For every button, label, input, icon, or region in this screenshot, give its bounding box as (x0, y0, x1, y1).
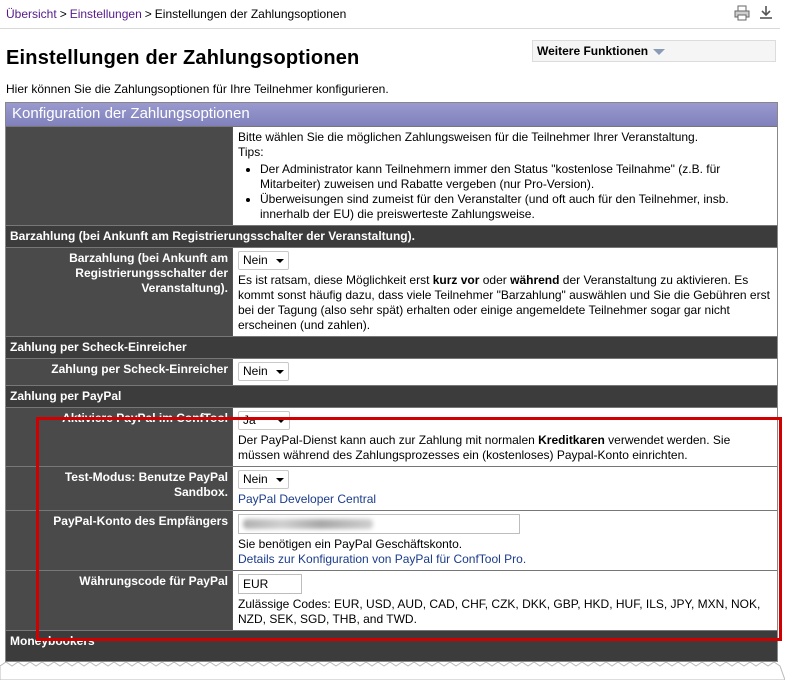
config-info-row: Bitte wählen Sie die möglichen Zahlungsw… (6, 126, 777, 225)
tip-item: Überweisungen sind zumeist für den Veran… (260, 192, 773, 222)
paypal-activate-row: Aktiviere PayPal im ConfTool Ja Der PayP… (6, 407, 777, 466)
cash-note-bold: kurz vor (432, 273, 480, 287)
paypal-test-value: Nein PayPal Developer Central (233, 467, 777, 510)
paypal-account-value: Sie benötigen ein PayPal Geschäftskonto.… (233, 511, 777, 570)
paypal-currency-input[interactable]: EUR (238, 574, 302, 594)
cheque-value: Nein (233, 359, 777, 385)
paypal-activate-select[interactable]: Ja (238, 411, 290, 430)
paypal-developer-link[interactable]: PayPal Developer Central (238, 492, 376, 506)
breadcrumb: Übersicht > Einstellungen > Einstellungen de… (6, 7, 346, 21)
cash-note: Es ist ratsam, diese Möglichkeit erst ku… (238, 273, 773, 333)
chevron-down-icon (275, 477, 284, 482)
paypal-test-select[interactable]: Nein (238, 470, 289, 489)
paypal-test-select-value: Nein (243, 472, 268, 486)
redacted-email (243, 519, 373, 529)
paypal-currency-row: Währungscode für PayPal EUR Zulässige Co… (6, 570, 777, 630)
paypal-account-label: PayPal-Konto des Empfängers (6, 511, 232, 570)
cheque-label: Zahlung per Scheck-Einreicher (6, 359, 232, 385)
section-paypal: Zahlung per PayPal (6, 385, 777, 407)
paypal-activate-note: Der PayPal-Dienst kann auch zur Zahlung … (238, 433, 773, 463)
empty-label-cell (6, 127, 232, 225)
cheque-select-value: Nein (243, 364, 268, 378)
more-functions-dropdown[interactable]: Weitere Funktionen (532, 40, 776, 62)
cash-row: Barzahlung (bei Ankunft am Registrierung… (6, 247, 777, 336)
download-icon[interactable] (758, 5, 774, 21)
chevron-down-icon (275, 258, 284, 263)
paypal-note-part: Der PayPal-Dienst kann auch zur Zahlung … (238, 433, 539, 447)
paypal-currency-value: EUR Zulässige Codes: EUR, USD, AUD, CAD,… (233, 571, 777, 630)
section-cheque: Zahlung per Scheck-Einreicher (6, 336, 777, 358)
breadcrumb-separator: > (59, 7, 67, 21)
cash-note-part: Es ist ratsam, diese Möglichkeit erst (238, 273, 433, 287)
page-title: Einstellungen der Zahlungsoptionen (6, 47, 360, 69)
cash-label: Barzahlung (bei Ankunft am Registrierung… (6, 248, 232, 336)
cash-note-part: oder (479, 273, 511, 287)
section-moneybookers: Moneybookers (6, 630, 777, 661)
paypal-note-bold: Kreditkaren (538, 433, 605, 447)
more-functions-label: Weitere Funktionen (537, 44, 649, 58)
paypal-currency-note: Zulässige Codes: EUR, USD, AUD, CAD, CHF… (238, 597, 761, 626)
tips-label: Tips: (238, 145, 264, 159)
cash-value: Nein Es ist ratsam, diese Möglichkeit er… (233, 248, 777, 336)
paypal-account-row: PayPal-Konto des Empfängers Sie benötige… (6, 510, 777, 570)
tips-list: Der Administrator kann Teilnehmern immer… (238, 162, 773, 222)
paypal-currency-label: Währungscode für PayPal (6, 571, 232, 630)
tip-item: Der Administrator kann Teilnehmern immer… (260, 162, 773, 192)
paypal-test-label: Test-Modus: Benutze PayPal Sandbox. (6, 467, 232, 510)
paypal-account-note: Sie benötigen ein PayPal Geschäftskonto. (238, 537, 463, 551)
cheque-select[interactable]: Nein (238, 362, 289, 381)
breadcrumb-separator: > (144, 7, 152, 21)
top-bar: Übersicht > Einstellungen > Einstellungen de… (0, 0, 780, 29)
breadcrumb-current: Einstellungen der Zahlungsoptionen (154, 7, 347, 21)
paypal-activate-label: Aktiviere PayPal im ConfTool (6, 408, 232, 466)
print-icon[interactable] (734, 5, 750, 21)
breadcrumb-settings[interactable]: Einstellungen (70, 7, 142, 21)
torn-edge (0, 661, 785, 681)
paypal-test-row: Test-Modus: Benutze PayPal Sandbox. Nein… (6, 466, 777, 510)
paypal-activate-select-value: Ja (243, 413, 256, 427)
section-cash: Barzahlung (bei Ankunft am Registrierung… (6, 225, 777, 247)
chevron-down-icon (653, 48, 666, 55)
chevron-down-icon (275, 369, 284, 374)
paypal-account-input[interactable] (238, 514, 520, 534)
top-icons (734, 5, 774, 21)
cash-note-bold: während (510, 273, 560, 287)
config-heading: Konfiguration der Zahlungsoptionen (6, 103, 777, 126)
config-info: Bitte wählen Sie die möglichen Zahlungsw… (233, 127, 777, 225)
paypal-activate-value: Ja Der PayPal-Dienst kann auch zur Zahlu… (233, 408, 777, 466)
breadcrumb-home[interactable]: Übersicht (6, 7, 57, 21)
paypal-config-details-link[interactable]: Details zur Konfiguration von PayPal für… (238, 552, 526, 566)
payment-config-table: Konfiguration der Zahlungsoptionen Bitte… (5, 102, 778, 662)
cheque-row: Zahlung per Scheck-Einreicher Nein (6, 358, 777, 385)
chevron-down-icon (277, 418, 285, 423)
cash-select[interactable]: Nein (238, 251, 289, 270)
config-intro-text: Bitte wählen Sie die möglichen Zahlungsw… (238, 130, 699, 144)
cash-select-value: Nein (243, 253, 268, 267)
page-intro: Hier können Sie die Zahlungsoptionen für… (6, 82, 389, 96)
